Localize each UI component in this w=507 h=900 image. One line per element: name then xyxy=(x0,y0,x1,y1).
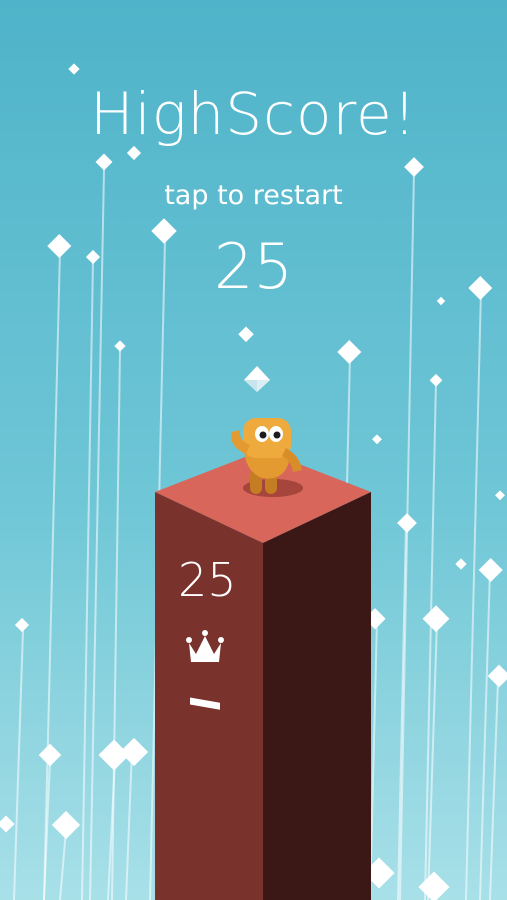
gem-icon xyxy=(244,366,270,392)
high-score-title: HighScore! xyxy=(90,80,417,148)
pillar-number: 25 xyxy=(178,553,237,607)
restart-prompt[interactable]: tap to restart xyxy=(0,180,507,211)
score-value: 25 xyxy=(214,230,293,303)
pillar-right-face xyxy=(263,492,371,900)
pillar xyxy=(155,450,371,900)
